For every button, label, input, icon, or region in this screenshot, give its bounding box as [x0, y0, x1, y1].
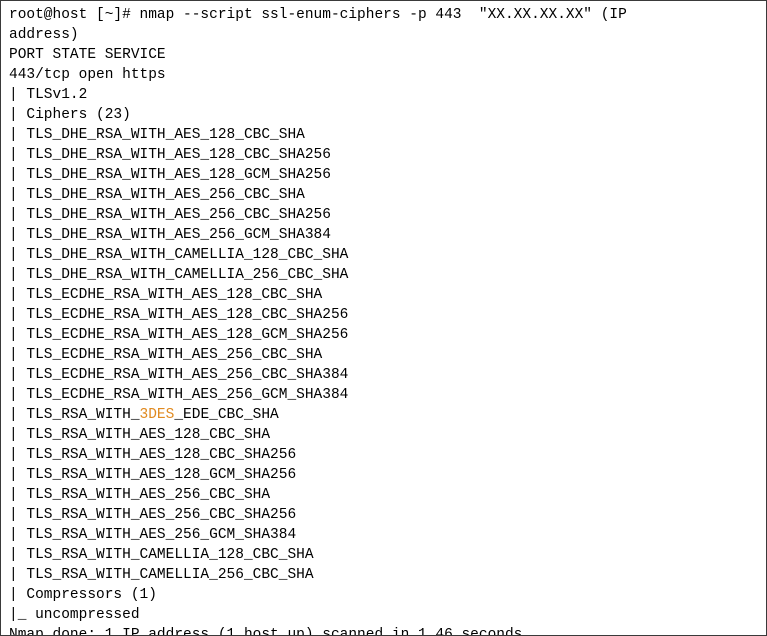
terminal-window[interactable]: root@host [~]# nmap --script ssl-enum-ci…: [0, 0, 767, 636]
terminal-line-list: root@host [~]# nmap --script ssl-enum-ci…: [9, 5, 766, 636]
terminal-line: | TLS_RSA_WITH_AES_128_CBC_SHA: [9, 427, 271, 443]
terminal-line: | TLS_ECDHE_RSA_WITH_AES_256_GCM_SHA384: [9, 387, 349, 403]
terminal-line: PORT STATE SERVICE: [9, 47, 166, 63]
terminal-line: | TLSv1.2: [9, 87, 88, 103]
terminal-line: 443/tcp open https: [9, 67, 166, 83]
terminal-line: | TLS_DHE_RSA_WITH_AES_256_CBC_SHA: [9, 187, 305, 203]
terminal-line: | TLS_DHE_RSA_WITH_CAMELLIA_256_CBC_SHA: [9, 267, 349, 283]
weak-cipher-highlight: 3DES: [139, 407, 175, 423]
terminal-line: | TLS_RSA_WITH_AES_256_CBC_SHA: [9, 487, 271, 503]
terminal-line: | TLS_RSA_WITH_AES_128_CBC_SHA256: [9, 447, 297, 463]
terminal-line: | TLS_ECDHE_RSA_WITH_AES_128_CBC_SHA: [9, 287, 323, 303]
terminal-line: | TLS_RSA_WITH_CAMELLIA_128_CBC_SHA: [9, 547, 314, 563]
terminal-line: | TLS_RSA_WITH_CAMELLIA_256_CBC_SHA: [9, 567, 314, 583]
terminal-line: | TLS_ECDHE_RSA_WITH_AES_256_CBC_SHA: [9, 347, 323, 363]
terminal-line: | TLS_RSA_WITH_3DES_EDE_CBC_SHA: [9, 407, 279, 423]
terminal-line: | TLS_DHE_RSA_WITH_AES_128_CBC_SHA: [9, 127, 305, 143]
terminal-line: | TLS_ECDHE_RSA_WITH_AES_128_CBC_SHA256: [9, 307, 349, 323]
terminal-line: address): [9, 27, 79, 43]
terminal-line: | TLS_ECDHE_RSA_WITH_AES_256_CBC_SHA384: [9, 367, 349, 383]
terminal-line: | TLS_RSA_WITH_AES_256_CBC_SHA256: [9, 507, 297, 523]
terminal-line: | TLS_RSA_WITH_AES_128_GCM_SHA256: [9, 467, 297, 483]
terminal-line: | TLS_DHE_RSA_WITH_AES_128_CBC_SHA256: [9, 147, 331, 163]
terminal-line: root@host [~]# nmap --script ssl-enum-ci…: [9, 7, 627, 23]
terminal-output-area[interactable]: root@host [~]# nmap --script ssl-enum-ci…: [1, 1, 766, 636]
terminal-line: |_ uncompressed: [9, 607, 140, 623]
terminal-line: | Compressors (1): [9, 587, 157, 603]
terminal-line: | TLS_ECDHE_RSA_WITH_AES_128_GCM_SHA256: [9, 327, 349, 343]
terminal-line: | TLS_DHE_RSA_WITH_AES_128_GCM_SHA256: [9, 167, 331, 183]
terminal-line: | TLS_DHE_RSA_WITH_AES_256_GCM_SHA384: [9, 227, 331, 243]
terminal-line: | TLS_RSA_WITH_AES_256_GCM_SHA384: [9, 527, 297, 543]
terminal-line: | TLS_DHE_RSA_WITH_CAMELLIA_128_CBC_SHA: [9, 247, 349, 263]
terminal-line: | TLS_DHE_RSA_WITH_AES_256_CBC_SHA256: [9, 207, 331, 223]
terminal-line: | Ciphers (23): [9, 107, 131, 123]
terminal-line: Nmap done: 1 IP address (1 host up) scan…: [9, 627, 523, 636]
